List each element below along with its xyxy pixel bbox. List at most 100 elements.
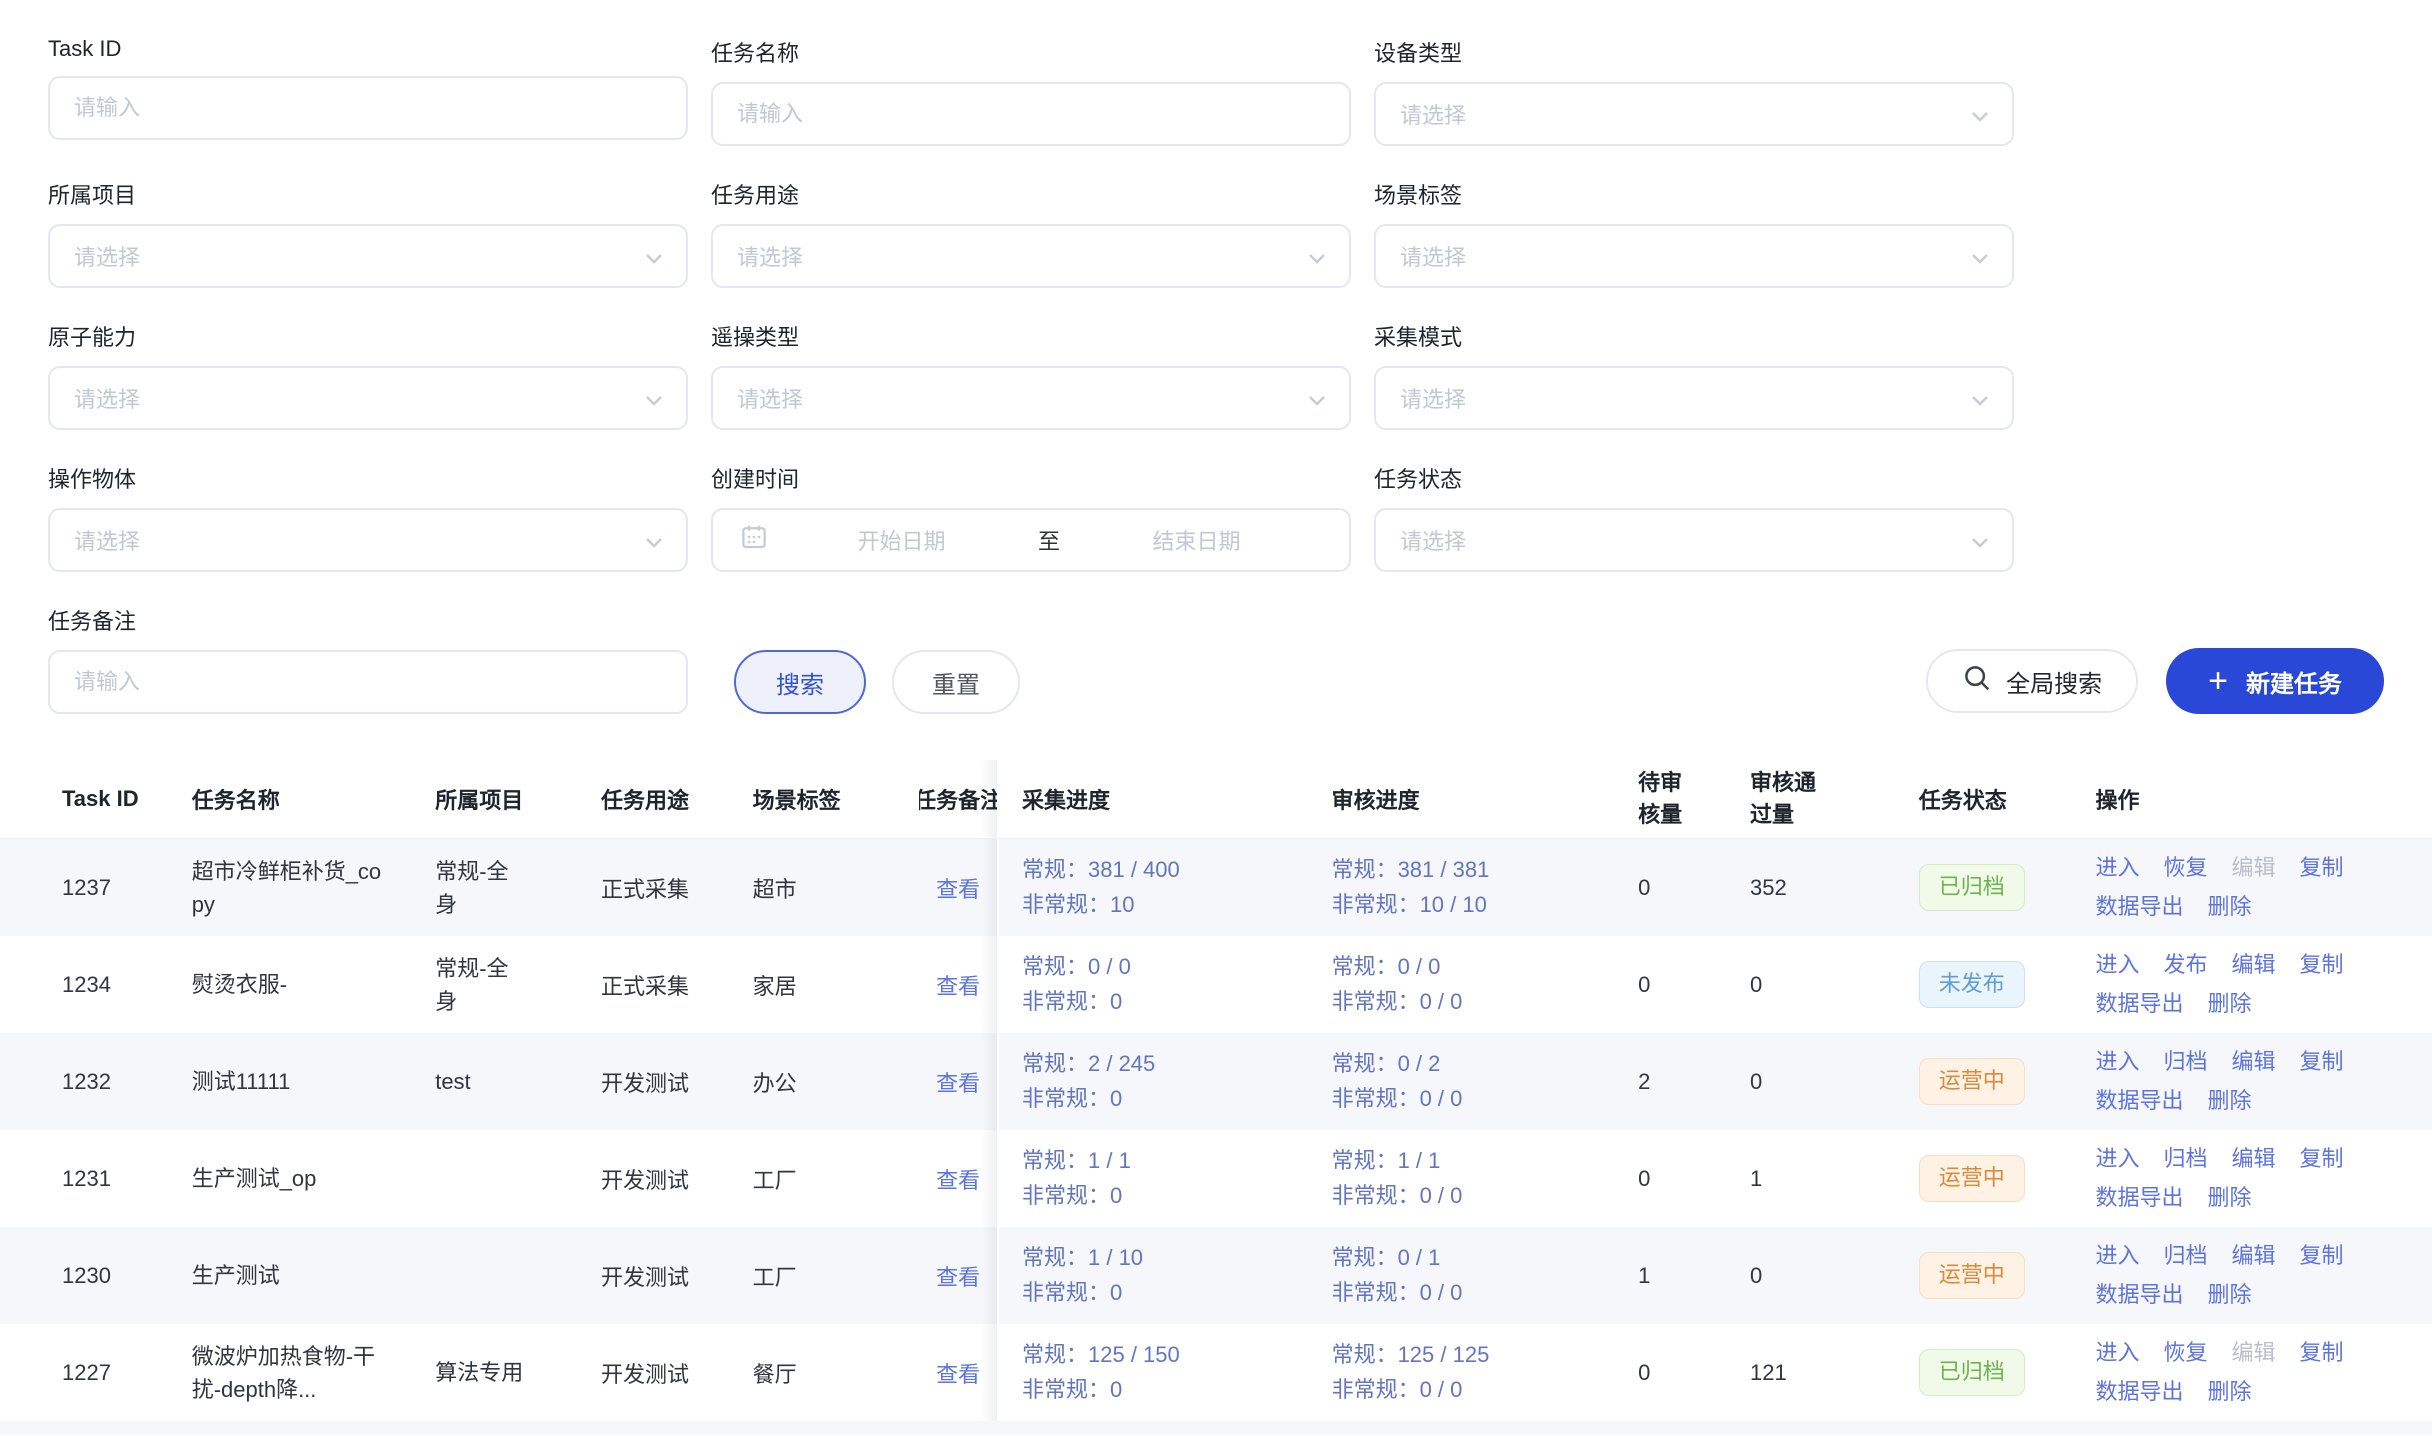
project-label: 所属项目 bbox=[48, 178, 688, 210]
op-link[interactable]: 复制 bbox=[2300, 946, 2344, 985]
new-task-button[interactable]: + 新建任务 bbox=[2166, 648, 2384, 714]
op-link[interactable]: 编辑 bbox=[2232, 1237, 2276, 1276]
op-link[interactable]: 进入 bbox=[2095, 1237, 2139, 1276]
op-link[interactable]: 进入 bbox=[2095, 1140, 2139, 1179]
collect-mode-select[interactable]: 请选择 bbox=[1374, 366, 2014, 430]
op-link[interactable]: 删除 bbox=[2208, 1179, 2252, 1218]
op-link[interactable]: 复制 bbox=[2300, 1334, 2344, 1373]
cell-pending-review: 0 bbox=[1638, 1324, 1750, 1421]
op-link[interactable]: 归档 bbox=[2164, 1140, 2208, 1179]
scene-tag-select[interactable]: 请选择 bbox=[1374, 224, 2014, 288]
cell-task-name: 生产测试_op bbox=[192, 1130, 436, 1227]
op-link[interactable]: 归档 bbox=[2164, 1237, 2208, 1276]
status-badge: 运营中 bbox=[1919, 1155, 2025, 1201]
op-link[interactable]: 删除 bbox=[2208, 985, 2252, 1024]
op-link[interactable]: 复制 bbox=[2300, 1140, 2344, 1179]
chevron-down-icon bbox=[1305, 246, 1329, 276]
task-remark-input[interactable] bbox=[48, 650, 688, 714]
operation-object-select[interactable]: 请选择 bbox=[48, 508, 688, 572]
op-link[interactable]: 复制 bbox=[2300, 849, 2344, 888]
task-id-label: Task ID bbox=[48, 36, 688, 62]
chevron-down-icon bbox=[1968, 388, 1992, 418]
task-id-input[interactable] bbox=[48, 76, 688, 140]
task-status-label: 任务状态 bbox=[1374, 462, 2014, 494]
atomic-ability-select[interactable]: 请选择 bbox=[48, 366, 688, 430]
op-link[interactable]: 复制 bbox=[2300, 1043, 2344, 1082]
cell-actions: 进入 恢复 编辑 复制 数据导出 删除 bbox=[2095, 1324, 2430, 1421]
next-row-sliver bbox=[0, 1421, 2432, 1435]
create-time-field: 创建时间 开始日期 至 结束日期 bbox=[711, 462, 1351, 572]
table-row: 1230 生产测试 开发测试 工厂 查看 常规：1 / 10非常规：0 常规：0… bbox=[0, 1227, 2432, 1324]
table-row: 1232 测试11111 test 开发测试 办公 查看 常规：2 / 245非… bbox=[0, 1033, 2432, 1130]
op-link[interactable]: 编辑 bbox=[2232, 1334, 2276, 1373]
op-link[interactable]: 删除 bbox=[2208, 888, 2252, 927]
op-link[interactable]: 发布 bbox=[2164, 946, 2208, 985]
cell-actions: 进入 归档 编辑 复制 数据导出 删除 bbox=[2095, 1130, 2430, 1227]
op-link[interactable]: 数据导出 bbox=[2095, 1082, 2183, 1121]
op-link[interactable]: 数据导出 bbox=[2095, 1179, 2183, 1218]
atomic-ability-field: 原子能力 请选择 bbox=[48, 320, 688, 430]
scene-tag-label: 场景标签 bbox=[1374, 178, 2014, 210]
cell-project bbox=[435, 1130, 601, 1227]
view-remark-link[interactable]: 查看 bbox=[936, 1260, 980, 1292]
cell-review-passed: 121 bbox=[1750, 1324, 1919, 1421]
reset-button[interactable]: 重置 bbox=[892, 650, 1020, 714]
op-link[interactable]: 进入 bbox=[2095, 1334, 2139, 1373]
op-link[interactable]: 编辑 bbox=[2232, 946, 2276, 985]
op-link[interactable]: 数据导出 bbox=[2095, 888, 2183, 927]
task-purpose-label: 任务用途 bbox=[711, 178, 1351, 210]
cell-actions: 进入 归档 编辑 复制 数据导出 删除 bbox=[2095, 1033, 2430, 1130]
header-collect-progress: 采集进度 bbox=[1022, 760, 1332, 838]
plus-icon: + bbox=[2208, 664, 2228, 698]
cell-task-id: 1237 bbox=[62, 839, 192, 936]
view-remark-link[interactable]: 查看 bbox=[936, 1357, 980, 1389]
task-name-input[interactable] bbox=[711, 82, 1351, 146]
op-link[interactable]: 编辑 bbox=[2232, 1140, 2276, 1179]
op-link[interactable]: 删除 bbox=[2208, 1082, 2252, 1121]
op-link[interactable]: 编辑 bbox=[2232, 1043, 2276, 1082]
header-pending-review: 待审核量 bbox=[1638, 760, 1750, 838]
op-link[interactable]: 复制 bbox=[2300, 1237, 2344, 1276]
op-link[interactable]: 进入 bbox=[2095, 1043, 2139, 1082]
op-link[interactable]: 数据导出 bbox=[2095, 1276, 2183, 1315]
view-remark-link[interactable]: 查看 bbox=[936, 872, 980, 904]
op-link[interactable]: 进入 bbox=[2095, 946, 2139, 985]
search-button[interactable]: 搜索 bbox=[734, 650, 866, 714]
op-link[interactable]: 恢复 bbox=[2164, 1334, 2208, 1373]
global-search-button[interactable]: 全局搜索 bbox=[1926, 649, 2138, 713]
status-badge: 已归档 bbox=[1919, 864, 2025, 910]
op-link[interactable]: 删除 bbox=[2208, 1276, 2252, 1315]
scene-tag-field: 场景标签 请选择 bbox=[1374, 178, 2014, 288]
device-type-select[interactable]: 请选择 bbox=[1374, 82, 2014, 146]
cell-collect-progress: 常规：1 / 10非常规：0 bbox=[1022, 1227, 1332, 1324]
end-date-input[interactable]: 结束日期 bbox=[1064, 524, 1329, 556]
cell-purpose: 正式采集 bbox=[601, 839, 753, 936]
task-remark-label: 任务备注 bbox=[48, 604, 688, 636]
start-date-input[interactable]: 开始日期 bbox=[769, 524, 1034, 556]
task-purpose-select[interactable]: 请选择 bbox=[711, 224, 1351, 288]
op-link[interactable]: 恢复 bbox=[2164, 849, 2208, 888]
view-remark-link[interactable]: 查看 bbox=[936, 1163, 980, 1195]
op-link[interactable]: 编辑 bbox=[2232, 849, 2276, 888]
cell-project bbox=[435, 1227, 601, 1324]
create-time-range[interactable]: 开始日期 至 结束日期 bbox=[711, 508, 1351, 572]
cell-review-passed: 0 bbox=[1750, 1033, 1919, 1130]
cell-project: 算法专用 bbox=[435, 1324, 601, 1421]
op-link[interactable]: 数据导出 bbox=[2095, 985, 2183, 1024]
op-link[interactable]: 归档 bbox=[2164, 1043, 2208, 1082]
chevron-down-icon bbox=[1968, 530, 1992, 560]
cell-scene: 餐厅 bbox=[753, 1324, 920, 1421]
project-field: 所属项目 请选择 bbox=[48, 178, 688, 288]
view-remark-link[interactable]: 查看 bbox=[936, 969, 980, 1001]
cell-scene: 办公 bbox=[753, 1033, 920, 1130]
search-icon bbox=[1962, 663, 1992, 700]
op-link[interactable]: 进入 bbox=[2095, 849, 2139, 888]
teleop-type-select[interactable]: 请选择 bbox=[711, 366, 1351, 430]
cell-project: 常规-全身 bbox=[435, 839, 601, 936]
cell-purpose: 开发测试 bbox=[601, 1130, 753, 1227]
view-remark-link[interactable]: 查看 bbox=[936, 1066, 980, 1098]
op-link[interactable]: 数据导出 bbox=[2095, 1373, 2183, 1412]
project-select[interactable]: 请选择 bbox=[48, 224, 688, 288]
op-link[interactable]: 删除 bbox=[2208, 1373, 2252, 1412]
task-status-select[interactable]: 请选择 bbox=[1374, 508, 2014, 572]
